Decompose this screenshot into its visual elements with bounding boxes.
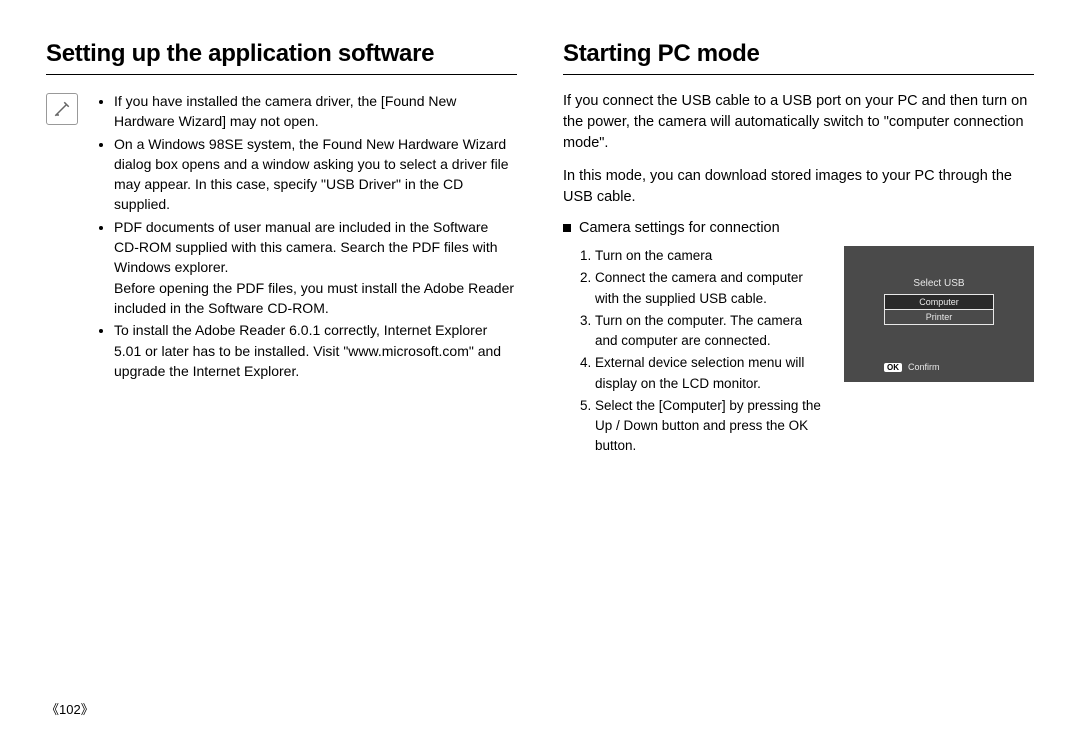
heading-rule-left (46, 74, 517, 75)
step-item: Select the [Computer] by pressing the Up… (595, 396, 826, 457)
bullet-item: PDF documents of user manual are include… (114, 217, 517, 318)
note-icon (46, 93, 78, 125)
lcd-footer: OK Confirm (884, 362, 1034, 372)
bullet-follow-text: Before opening the PDF files, you must i… (114, 278, 517, 319)
intro-paragraph-1: If you connect the USB cable to a USB po… (563, 91, 1034, 154)
bullet-item: To install the Adobe Reader 6.0.1 correc… (114, 320, 517, 381)
lcd-confirm-label: Confirm (908, 362, 940, 372)
page-number: 《102》 (46, 699, 94, 718)
steps-list: Turn on the camera Connect the camera an… (563, 246, 826, 459)
lcd-ok-badge: OK (884, 363, 902, 372)
two-column-layout: Setting up the application software If y… (46, 40, 1034, 459)
right-column: Starting PC mode If you connect the USB … (563, 40, 1034, 459)
left-column: Setting up the application software If y… (46, 40, 517, 459)
square-bullet-icon (563, 224, 571, 232)
subheading: Camera settings for connection (563, 220, 1034, 236)
lcd-menu: Computer Printer (884, 294, 994, 325)
steps-row: Turn on the camera Connect the camera an… (563, 246, 1034, 459)
lcd-menu-item-printer: Printer (884, 310, 994, 325)
heading-rule-right (563, 74, 1034, 75)
intro-paragraph-2: In this mode, you can download stored im… (563, 166, 1034, 208)
subheading-text: Camera settings for connection (579, 220, 780, 236)
left-heading: Setting up the application software (46, 40, 517, 68)
note-block: If you have installed the camera driver,… (46, 91, 517, 383)
step-item: External device selection menu will disp… (595, 353, 826, 394)
bullet-text: To install the Adobe Reader 6.0.1 correc… (114, 322, 501, 379)
manual-page: Setting up the application software If y… (0, 0, 1080, 746)
bullet-item: On a Windows 98SE system, the Found New … (114, 134, 517, 215)
note-bullet-list: If you have installed the camera driver,… (96, 91, 517, 383)
step-item: Connect the camera and computer with the… (595, 268, 826, 309)
right-heading: Starting PC mode (563, 40, 1034, 68)
bullet-item: If you have installed the camera driver,… (114, 91, 517, 132)
step-item: Turn on the computer. The camera and com… (595, 311, 826, 352)
step-item: Turn on the camera (595, 246, 826, 266)
bullet-text: On a Windows 98SE system, the Found New … (114, 136, 509, 213)
lcd-menu-item-computer: Computer (884, 294, 994, 310)
bullet-text: PDF documents of user manual are include… (114, 219, 498, 276)
lcd-title: Select USB (844, 278, 1034, 289)
lcd-preview: Select USB Computer Printer OK Confirm (844, 246, 1034, 382)
bullet-text: If you have installed the camera driver,… (114, 93, 456, 129)
